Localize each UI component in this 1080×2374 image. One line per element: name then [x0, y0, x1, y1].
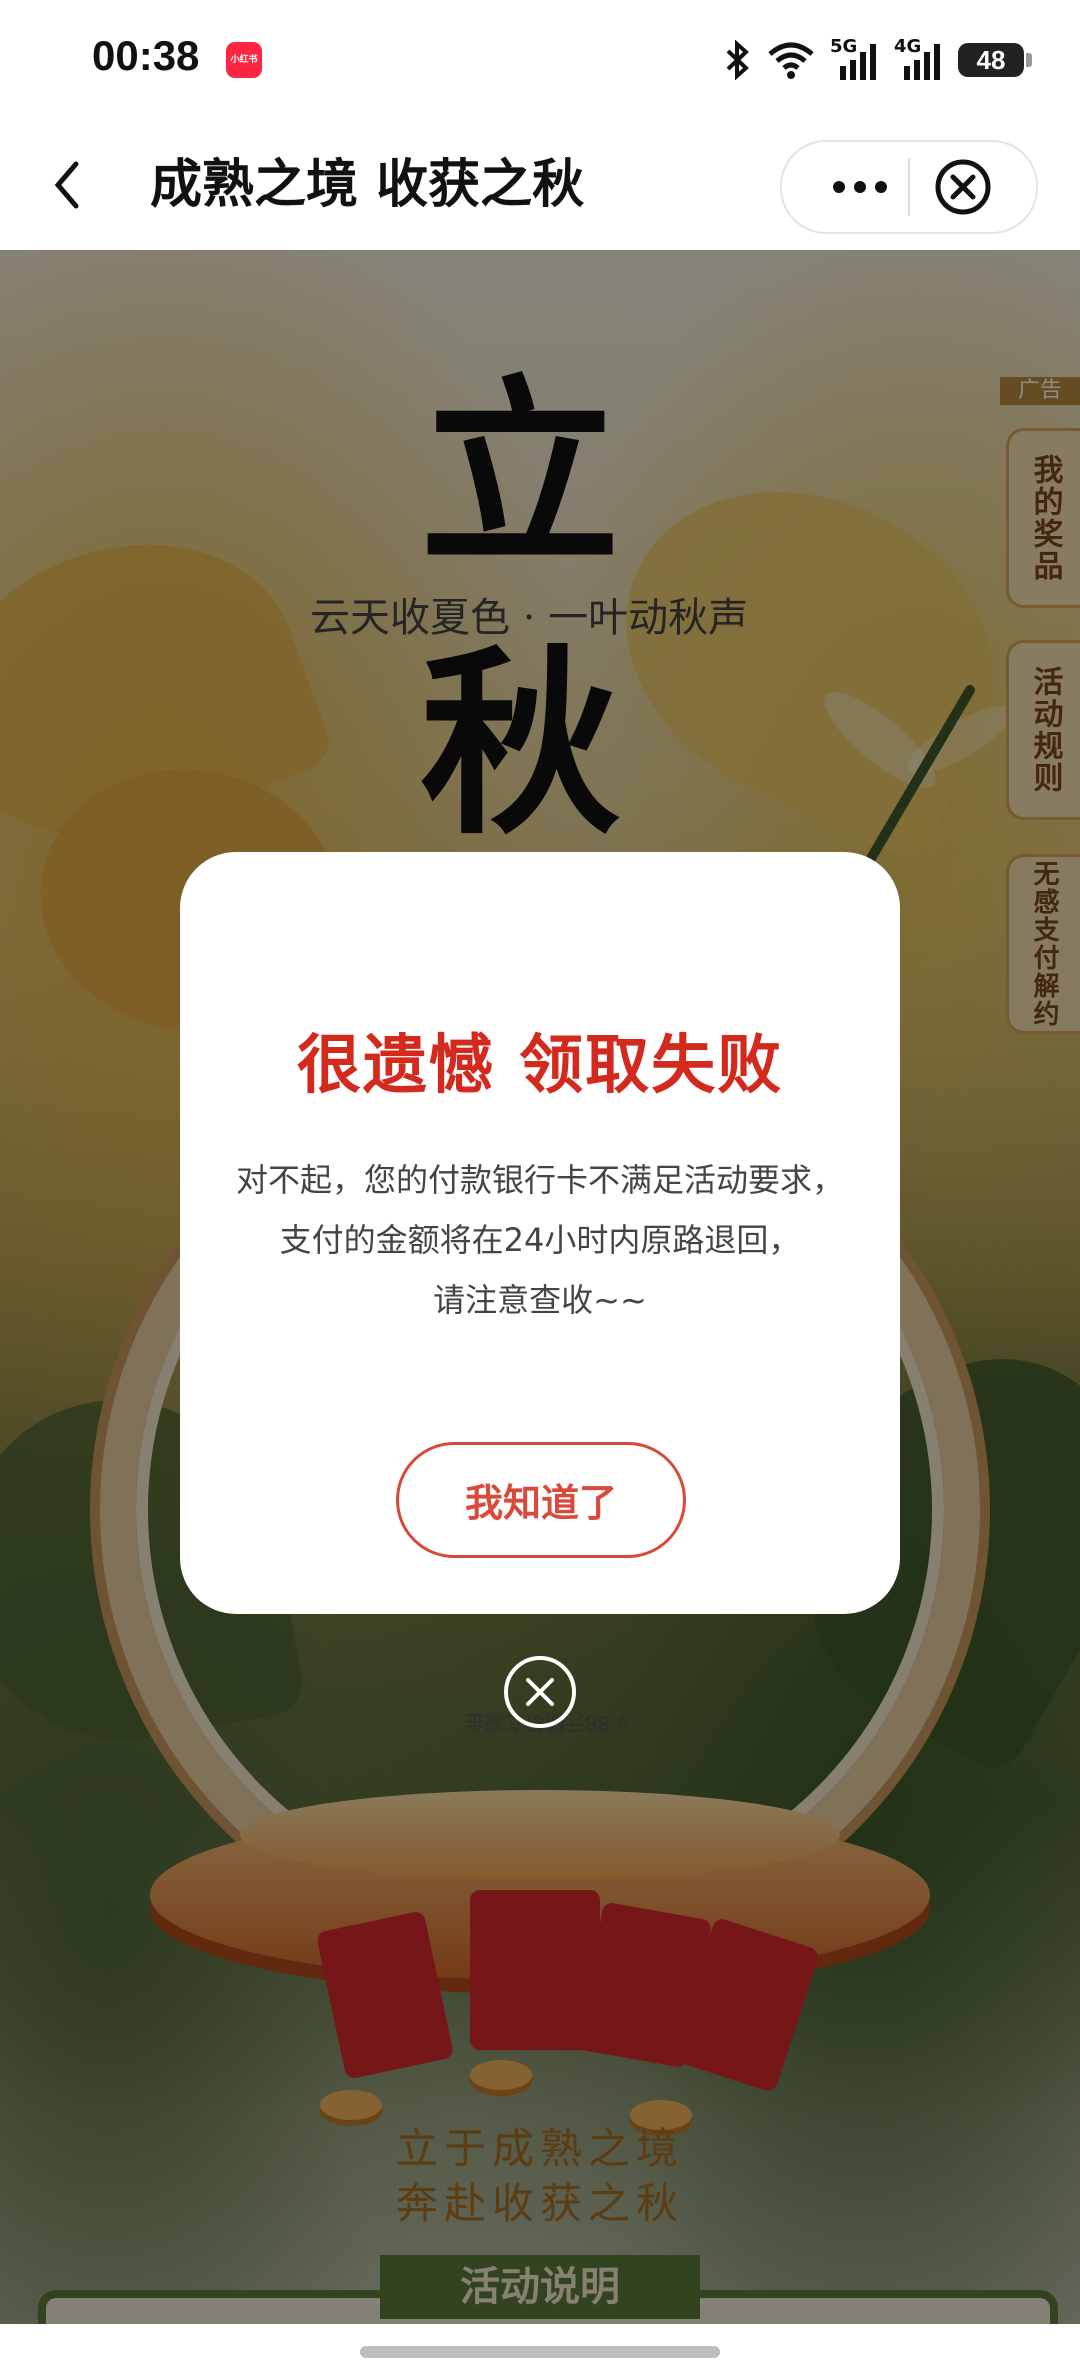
home-indicator[interactable] — [360, 2346, 720, 2358]
close-circle-icon — [935, 159, 991, 215]
signal-4g-icon: 4G — [894, 36, 944, 82]
bluetooth-icon — [726, 40, 749, 80]
dialog-message-line-3: 请注意查收~~ — [433, 1281, 647, 1319]
xiaohongshu-app-icon: 小红书 — [226, 42, 262, 78]
more-dot-icon — [875, 181, 887, 193]
status-bar: 00:38 小红书 5G 4G 48 — [0, 0, 1080, 120]
wifi-icon — [768, 42, 814, 79]
back-button[interactable] — [38, 150, 108, 220]
claim-failed-dialog: 很遗憾 领取失败 对不起，您的付款银行卡不满足活动要求， 支付的金额将在24小时… — [180, 852, 900, 1614]
dialog-close-button[interactable] — [504, 1656, 576, 1728]
nav-bar: 成熟之境 收获之秋 — [0, 120, 1080, 250]
dialog-title: 很遗憾 领取失败 — [296, 1029, 784, 1103]
close-icon — [526, 1678, 554, 1706]
status-icons: 5G 4G 48 — [724, 34, 1032, 86]
more-button[interactable] — [820, 162, 900, 212]
dialog-message-line-1: 对不起，您的付款银行卡不满足活动要求， — [235, 1161, 844, 1199]
miniprogram-capsule — [780, 140, 1038, 234]
page-title: 成熟之境 收获之秋 — [150, 155, 585, 215]
battery-icon: 48 — [958, 43, 1032, 77]
more-dot-icon — [833, 181, 845, 193]
more-dot-icon — [854, 181, 866, 193]
close-miniprogram-button[interactable] — [932, 156, 994, 218]
capsule-divider — [908, 158, 910, 216]
signal-5g-icon: 5G — [830, 36, 880, 82]
status-time: 00:38 — [92, 32, 200, 79]
got-it-button[interactable]: 我知道了 — [396, 1442, 686, 1558]
chevron-left-icon — [54, 161, 79, 209]
dialog-message-line-2: 支付的金额将在24小时内原路退回， — [279, 1221, 801, 1259]
gesture-bar — [0, 2324, 1080, 2374]
